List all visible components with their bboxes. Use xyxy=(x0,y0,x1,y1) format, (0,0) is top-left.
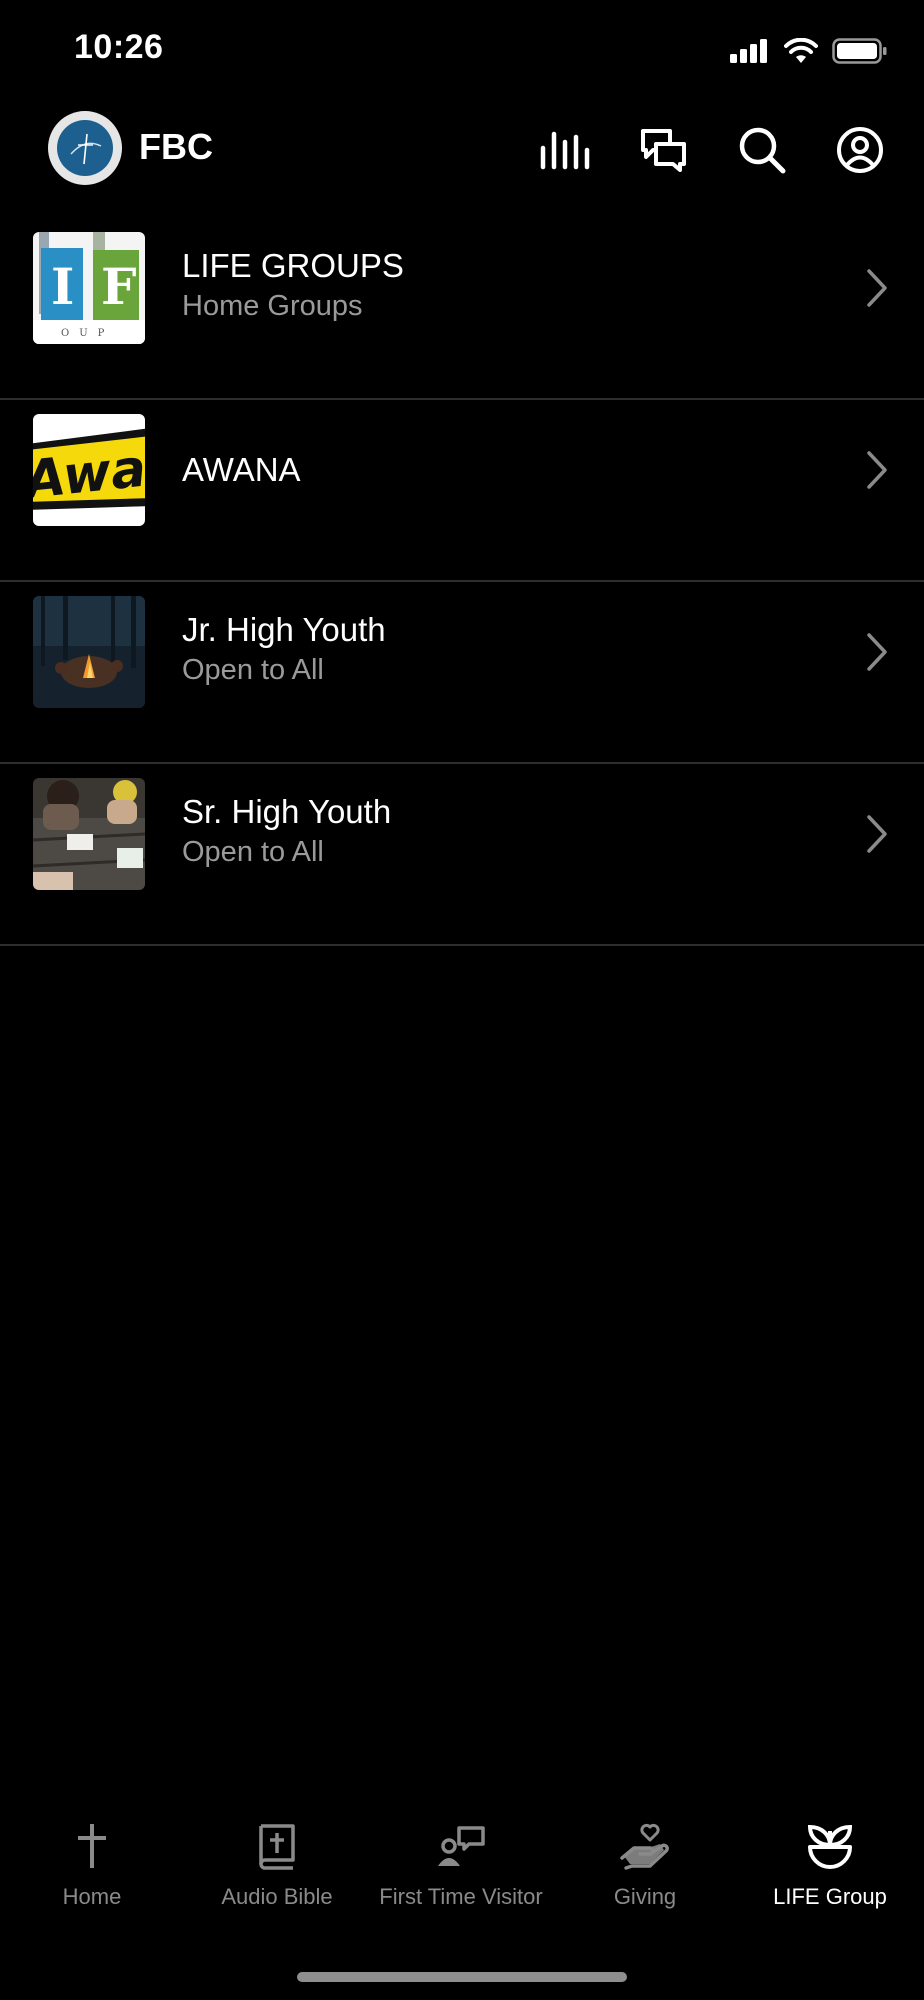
battery-icon xyxy=(832,38,887,64)
search-icon xyxy=(739,127,786,174)
tab-label: First Time Visitor xyxy=(379,1884,543,1909)
svg-text:Awa: Awa xyxy=(33,439,145,512)
svg-text:OUP: OUP xyxy=(61,328,114,339)
row-text: Sr. High Youth Open to All xyxy=(182,792,391,872)
tab-label: Audio Bible xyxy=(221,1884,333,1909)
chevron-right-icon xyxy=(867,815,887,853)
tab-label: LIFE Group xyxy=(773,1884,887,1909)
tab-first-time-visitor[interactable]: First Time Visitor xyxy=(369,1818,553,1910)
status-time: 10:26 xyxy=(74,28,164,66)
tab-home[interactable]: Home xyxy=(0,1818,184,1910)
chevron-right-icon xyxy=(867,633,887,671)
cross-icon xyxy=(78,1824,106,1868)
row-title: Jr. High Youth xyxy=(182,611,386,648)
list-item-life-groups[interactable]: I F OUP LIFE GROUPS Home Groups xyxy=(0,218,924,400)
row-text: Jr. High Youth Open to All xyxy=(182,610,386,690)
header-actions xyxy=(536,120,890,180)
campfire-thumbnail xyxy=(33,596,145,708)
tab-giving[interactable]: Giving xyxy=(553,1818,737,1910)
status-bar: 10:26 xyxy=(0,0,924,100)
audio-button[interactable] xyxy=(536,120,596,180)
svg-text:F: F xyxy=(101,257,137,316)
wifi-icon xyxy=(784,38,818,63)
chevron-right-icon xyxy=(867,451,887,489)
list-item-awana[interactable]: Awa AWANA xyxy=(0,400,924,582)
row-title: Sr. High Youth xyxy=(182,793,392,830)
row-subtitle: Open to All xyxy=(182,654,324,686)
app-title: FBC xyxy=(139,126,213,167)
bible-icon xyxy=(259,1824,295,1870)
visitor-icon xyxy=(438,1826,485,1866)
search-button[interactable] xyxy=(732,120,792,180)
row-title: LIFE GROUPS xyxy=(182,247,404,284)
church-logo[interactable] xyxy=(48,111,122,185)
row-subtitle: Open to All xyxy=(182,836,324,868)
chat-bubbles-icon xyxy=(641,129,686,172)
life-groups-thumbnail: I F OUP xyxy=(33,232,145,344)
tab-label: Giving xyxy=(613,1884,677,1909)
profile-button[interactable] xyxy=(830,120,890,180)
giving-icon xyxy=(620,1823,669,1870)
row-title: AWANA xyxy=(182,451,301,488)
tab-life-group[interactable]: LIFE Group xyxy=(738,1818,922,1910)
awana-thumbnail: Awa xyxy=(33,414,145,526)
svg-text:I: I xyxy=(51,257,74,316)
messages-button[interactable] xyxy=(634,120,694,180)
row-text: LIFE GROUPS Home Groups xyxy=(182,246,404,326)
home-indicator[interactable] xyxy=(297,1972,627,1982)
logo-emblem xyxy=(57,120,113,176)
tab-audio-bible[interactable]: Audio Bible xyxy=(185,1818,369,1910)
group-list: I F OUP LIFE GROUPS Home Groups Awa AWAN… xyxy=(0,218,924,946)
row-subtitle: Home Groups xyxy=(182,290,363,322)
plant-icon xyxy=(807,1824,853,1869)
cellular-signal-icon xyxy=(730,39,767,63)
audio-bars-icon xyxy=(540,131,590,170)
tab-label: Home xyxy=(62,1884,122,1909)
row-text: AWANA xyxy=(182,450,301,490)
bible-study-thumbnail xyxy=(33,778,145,890)
list-item-sr-high-youth[interactable]: Sr. High Youth Open to All xyxy=(0,764,924,946)
tab-bar: Home Audio Bible First Time Visitor Givi… xyxy=(0,1818,924,1928)
status-icons xyxy=(730,38,888,64)
list-item-jr-high-youth[interactable]: Jr. High Youth Open to All xyxy=(0,582,924,764)
account-icon xyxy=(837,127,883,173)
app-header: FBC xyxy=(0,104,924,194)
chevron-right-icon xyxy=(867,269,887,307)
